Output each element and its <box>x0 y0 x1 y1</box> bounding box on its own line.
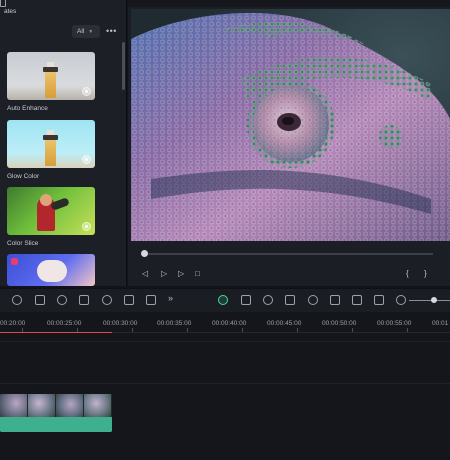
templates-header: ates <box>0 0 126 22</box>
ruler-tick <box>297 328 298 332</box>
stop-icon[interactable]: □ <box>195 269 200 278</box>
template-card-glow-color[interactable]: Glow Color <box>7 120 95 180</box>
mark-in-icon[interactable]: { <box>406 269 409 278</box>
play-icon[interactable]: ▷ <box>178 269 184 278</box>
ruler-label: 00:00:40:00 <box>212 320 247 327</box>
template-thumbnail <box>7 52 95 100</box>
templates-icon <box>0 0 6 7</box>
replace-icon[interactable] <box>352 295 362 305</box>
render-icon[interactable] <box>263 295 273 305</box>
video-preview[interactable] <box>131 9 450 241</box>
preview-topbar <box>128 0 450 7</box>
timeline-ruler[interactable]: 00:20:00 00:00:25:00 00:00:30:00 00:00:3… <box>0 313 450 333</box>
previous-frame-icon[interactable]: ◁ <box>142 269 148 278</box>
more-tools-icon[interactable]: » <box>168 293 173 303</box>
video-clip[interactable] <box>0 394 112 432</box>
ai-assist-icon[interactable] <box>218 295 228 305</box>
ruler-label: 00:00:35:00 <box>157 320 192 327</box>
panel-scrollbar[interactable] <box>122 42 125 90</box>
more-options-icon[interactable]: ••• <box>106 26 117 36</box>
export-icon[interactable] <box>374 295 384 305</box>
playback-track[interactable] <box>143 253 433 255</box>
track-divider <box>0 341 450 342</box>
template-card-auto-enhance[interactable]: Auto Enhance <box>7 52 95 112</box>
undo-icon[interactable] <box>12 295 22 305</box>
templates-title: ates <box>4 8 17 15</box>
template-thumbnail <box>7 120 95 168</box>
ruler-label: 00:00:30:00 <box>103 320 138 327</box>
mic-icon[interactable] <box>308 295 318 305</box>
snapshot-icon[interactable] <box>241 295 251 305</box>
shield-icon[interactable] <box>285 295 295 305</box>
template-label: Glow Color <box>7 173 40 180</box>
zoom-icon[interactable] <box>79 295 89 305</box>
zoom-slider-knob[interactable] <box>431 297 437 303</box>
badge-icon <box>82 155 91 164</box>
ruler-tick <box>407 328 408 332</box>
ruler-label: 00:01 <box>432 320 449 327</box>
clip-track-bar <box>0 417 112 432</box>
preview-panel: ◁ ▷ ▷ □ { } <box>128 0 450 286</box>
ruler-label: 00:00:25:00 <box>47 320 82 327</box>
ruler-label: 00:00:50:00 <box>322 320 357 327</box>
ruler-label: 00:00:45:00 <box>267 320 302 327</box>
clip-thumbnails <box>0 394 112 417</box>
ruler-tick <box>352 328 353 332</box>
template-card-color-slice[interactable]: Color Slice <box>7 187 95 247</box>
color-icon[interactable] <box>102 295 112 305</box>
zoom-out-icon[interactable] <box>396 295 406 305</box>
chevron-down-icon: ▼ <box>88 28 94 35</box>
ruler-label: 00:20:00 <box>0 320 26 327</box>
ai-icon[interactable] <box>146 295 156 305</box>
chameleon-frame <box>131 9 450 241</box>
template-card-4[interactable] <box>7 254 95 286</box>
mark-out-icon[interactable]: } <box>424 269 427 278</box>
list-icon[interactable] <box>330 295 340 305</box>
adjust-icon[interactable] <box>124 295 134 305</box>
ruler-tick <box>132 328 133 332</box>
speed-icon[interactable] <box>57 295 67 305</box>
badge-icon <box>82 222 91 231</box>
template-label: Color Slice <box>7 240 39 247</box>
ruler-label: 00:00:55:00 <box>377 320 412 327</box>
template-thumbnail <box>7 254 95 286</box>
playback-knob[interactable] <box>141 250 148 257</box>
crop-icon[interactable] <box>35 295 45 305</box>
play-step-icon[interactable]: ▷ <box>161 269 167 278</box>
ruler-tick <box>242 328 243 332</box>
track-divider <box>0 383 450 384</box>
playhead-progress <box>0 332 112 333</box>
zoom-slider-track[interactable] <box>409 300 450 301</box>
timeline: 00:20:00 00:00:25:00 00:00:30:00 00:00:3… <box>0 313 450 460</box>
templates-panel: ates All ▼ ••• Auto Enhance Glow Color C… <box>0 0 127 286</box>
ruler-tick <box>187 328 188 332</box>
filter-value: All <box>77 28 85 35</box>
template-thumbnail <box>7 187 95 235</box>
template-label: Auto Enhance <box>7 105 48 112</box>
badge-icon <box>82 87 91 96</box>
filter-dropdown[interactable]: All ▼ <box>72 25 100 38</box>
